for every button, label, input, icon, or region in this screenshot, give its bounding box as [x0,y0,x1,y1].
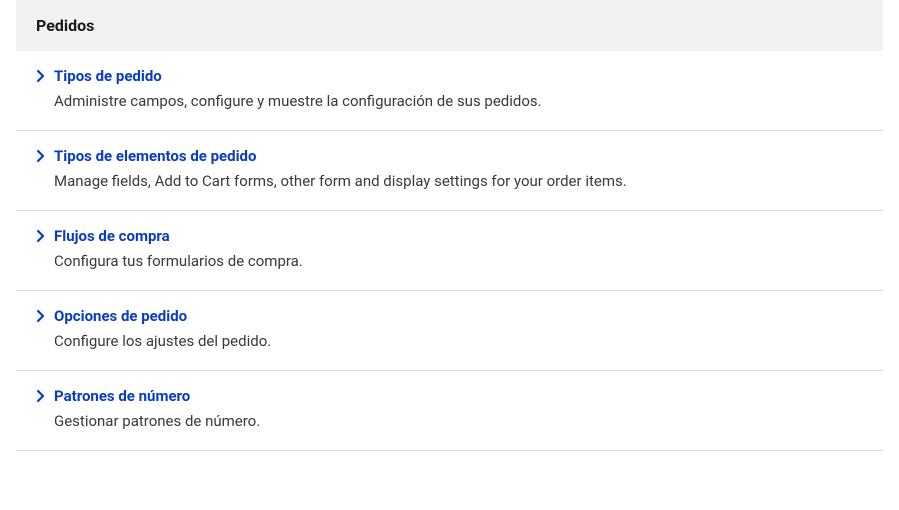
list-item: Tipos de elementos de pedido Manage fiel… [16,131,883,211]
item-description: Configura tus formularios de compra. [36,251,863,272]
item-title-link[interactable]: Tipos de pedido [54,67,162,85]
settings-section: Pedidos Tipos de pedido Administre campo… [0,0,899,451]
section-title: Pedidos [36,16,94,35]
list-item: Tipos de pedido Administre campos, confi… [16,51,883,131]
item-title-row[interactable]: Patrones de número [36,387,863,405]
list-item: Opciones de pedido Configure los ajustes… [16,291,883,371]
item-title-row[interactable]: Opciones de pedido [36,307,863,325]
item-title-link[interactable]: Tipos de elementos de pedido [54,147,256,165]
item-title-row[interactable]: Flujos de compra [36,227,863,245]
item-title-link[interactable]: Flujos de compra [54,227,170,245]
item-description: Manage fields, Add to Cart forms, other … [36,171,863,192]
settings-list: Tipos de pedido Administre campos, confi… [16,51,883,451]
chevron-right-icon [36,71,46,81]
chevron-right-icon [36,231,46,241]
section-header: Pedidos [16,0,883,51]
item-description: Gestionar patrones de número. [36,411,863,432]
list-item: Flujos de compra Configura tus formulari… [16,211,883,291]
chevron-right-icon [36,391,46,401]
item-title-row[interactable]: Tipos de elementos de pedido [36,147,863,165]
chevron-right-icon [36,151,46,161]
chevron-right-icon [36,311,46,321]
item-title-link[interactable]: Opciones de pedido [54,307,187,325]
item-title-row[interactable]: Tipos de pedido [36,67,863,85]
item-description: Administre campos, configure y muestre l… [36,91,863,112]
item-title-link[interactable]: Patrones de número [54,387,190,405]
item-description: Configure los ajustes del pedido. [36,331,863,352]
list-item: Patrones de número Gestionar patrones de… [16,371,883,451]
